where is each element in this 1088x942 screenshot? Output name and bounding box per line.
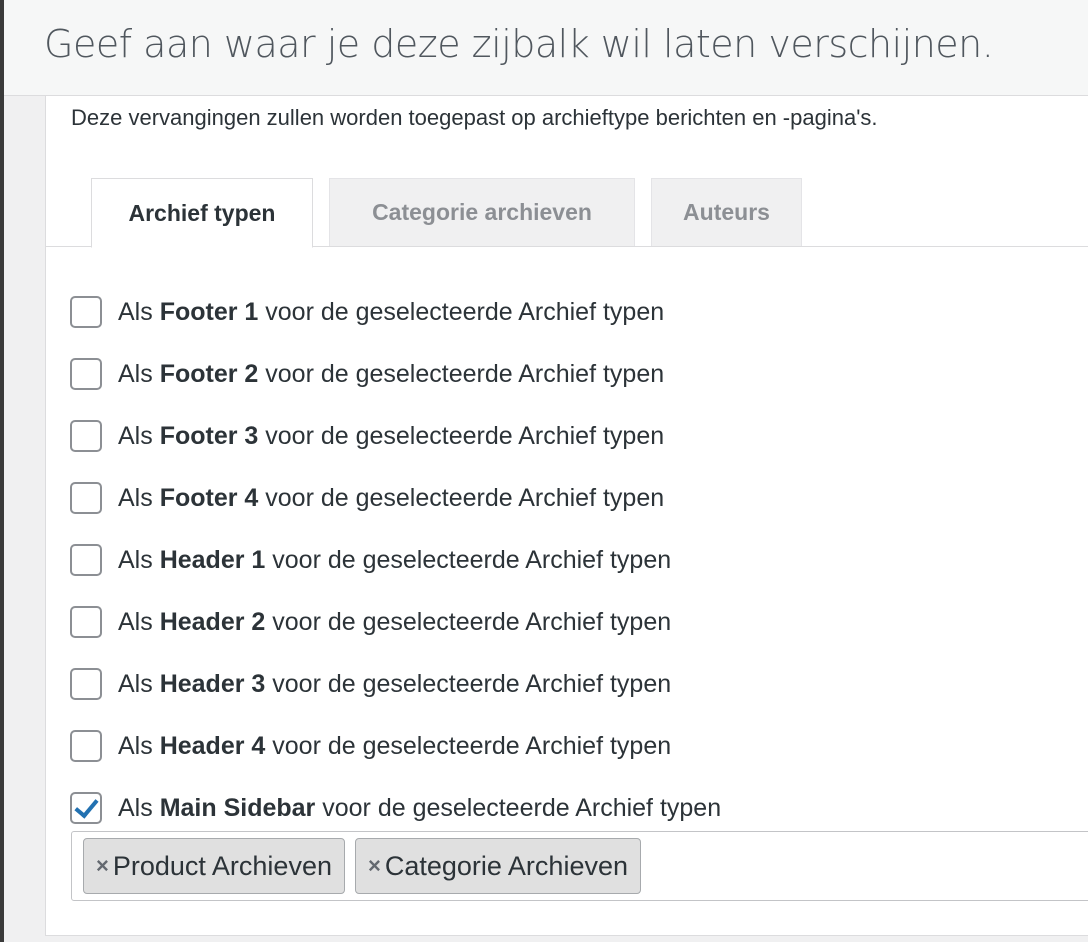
tag-label: Categorie Archieven bbox=[384, 850, 628, 881]
header-bar: Geef aan waar je deze zijbalk wil laten … bbox=[4, 0, 1088, 96]
option-label: Als Footer 2 voor de geselecteerde Archi… bbox=[118, 359, 665, 388]
option-header-2[interactable]: Als Header 2 voor de geselecteerde Archi… bbox=[70, 591, 721, 653]
checkbox[interactable] bbox=[70, 668, 102, 700]
tab-archief-typen[interactable]: Archief typen bbox=[91, 178, 313, 248]
checkbox[interactable] bbox=[70, 420, 102, 452]
checkbox[interactable] bbox=[70, 296, 102, 328]
checkbox[interactable] bbox=[70, 730, 102, 762]
option-label: Als Header 1 voor de geselecteerde Archi… bbox=[118, 545, 672, 574]
option-label: Als Header 3 voor de geselecteerde Archi… bbox=[118, 669, 672, 698]
option-label: Als Header 2 voor de geselecteerde Archi… bbox=[118, 607, 672, 636]
option-header-3[interactable]: Als Header 3 voor de geselecteerde Archi… bbox=[70, 653, 721, 715]
window-edge bbox=[0, 0, 4, 942]
tab-label: Categorie archieven bbox=[372, 199, 592, 225]
selected-tag: × Product Archieven bbox=[83, 838, 345, 894]
archive-type-multiselect[interactable]: × Product Archieven × Categorie Archieve… bbox=[71, 831, 1088, 901]
option-main-sidebar[interactable]: Als Main Sidebar voor de geselecteerde A… bbox=[70, 777, 721, 839]
tab-label: Auteurs bbox=[683, 199, 770, 225]
checkbox[interactable] bbox=[70, 544, 102, 576]
selected-tag: × Categorie Archieven bbox=[354, 838, 641, 894]
option-footer-2[interactable]: Als Footer 2 voor de geselecteerde Archi… bbox=[70, 343, 721, 405]
option-label: Als Footer 4 voor de geselecteerde Archi… bbox=[118, 483, 665, 512]
tab-categorie-archieven[interactable]: Categorie archieven bbox=[329, 178, 635, 246]
option-header-4[interactable]: Als Header 4 voor de geselecteerde Archi… bbox=[70, 715, 721, 777]
panel-description: Deze vervangingen zullen worden toegepas… bbox=[71, 105, 878, 130]
remove-tag-icon[interactable]: × bbox=[96, 853, 109, 879]
checkbox[interactable] bbox=[70, 358, 102, 390]
checkbox[interactable] bbox=[70, 606, 102, 638]
checkbox-checked[interactable] bbox=[70, 792, 102, 824]
option-footer-4[interactable]: Als Footer 4 voor de geselecteerde Archi… bbox=[70, 467, 721, 529]
tab-auteurs[interactable]: Auteurs bbox=[651, 178, 802, 246]
option-label: Als Main Sidebar voor de geselecteerde A… bbox=[118, 793, 722, 822]
tab-label: Archief typen bbox=[128, 199, 276, 226]
option-label: Als Footer 3 voor de geselecteerde Archi… bbox=[118, 421, 665, 450]
options-list: Als Footer 1 voor de geselecteerde Archi… bbox=[70, 281, 721, 839]
option-label: Als Footer 1 voor de geselecteerde Archi… bbox=[118, 297, 665, 326]
option-header-1[interactable]: Als Header 1 voor de geselecteerde Archi… bbox=[70, 529, 721, 591]
checkbox[interactable] bbox=[70, 482, 102, 514]
remove-tag-icon[interactable]: × bbox=[368, 853, 381, 879]
option-label: Als Header 4 voor de geselecteerde Archi… bbox=[118, 731, 672, 760]
page-title: Geef aan waar je deze zijbalk wil laten … bbox=[44, 22, 994, 66]
option-footer-3[interactable]: Als Footer 3 voor de geselecteerde Archi… bbox=[70, 405, 721, 467]
sidebar-location-panel: Deze vervangingen zullen worden toegepas… bbox=[45, 96, 1088, 936]
tag-label: Product Archieven bbox=[112, 850, 332, 881]
option-footer-1[interactable]: Als Footer 1 voor de geselecteerde Archi… bbox=[70, 281, 721, 343]
